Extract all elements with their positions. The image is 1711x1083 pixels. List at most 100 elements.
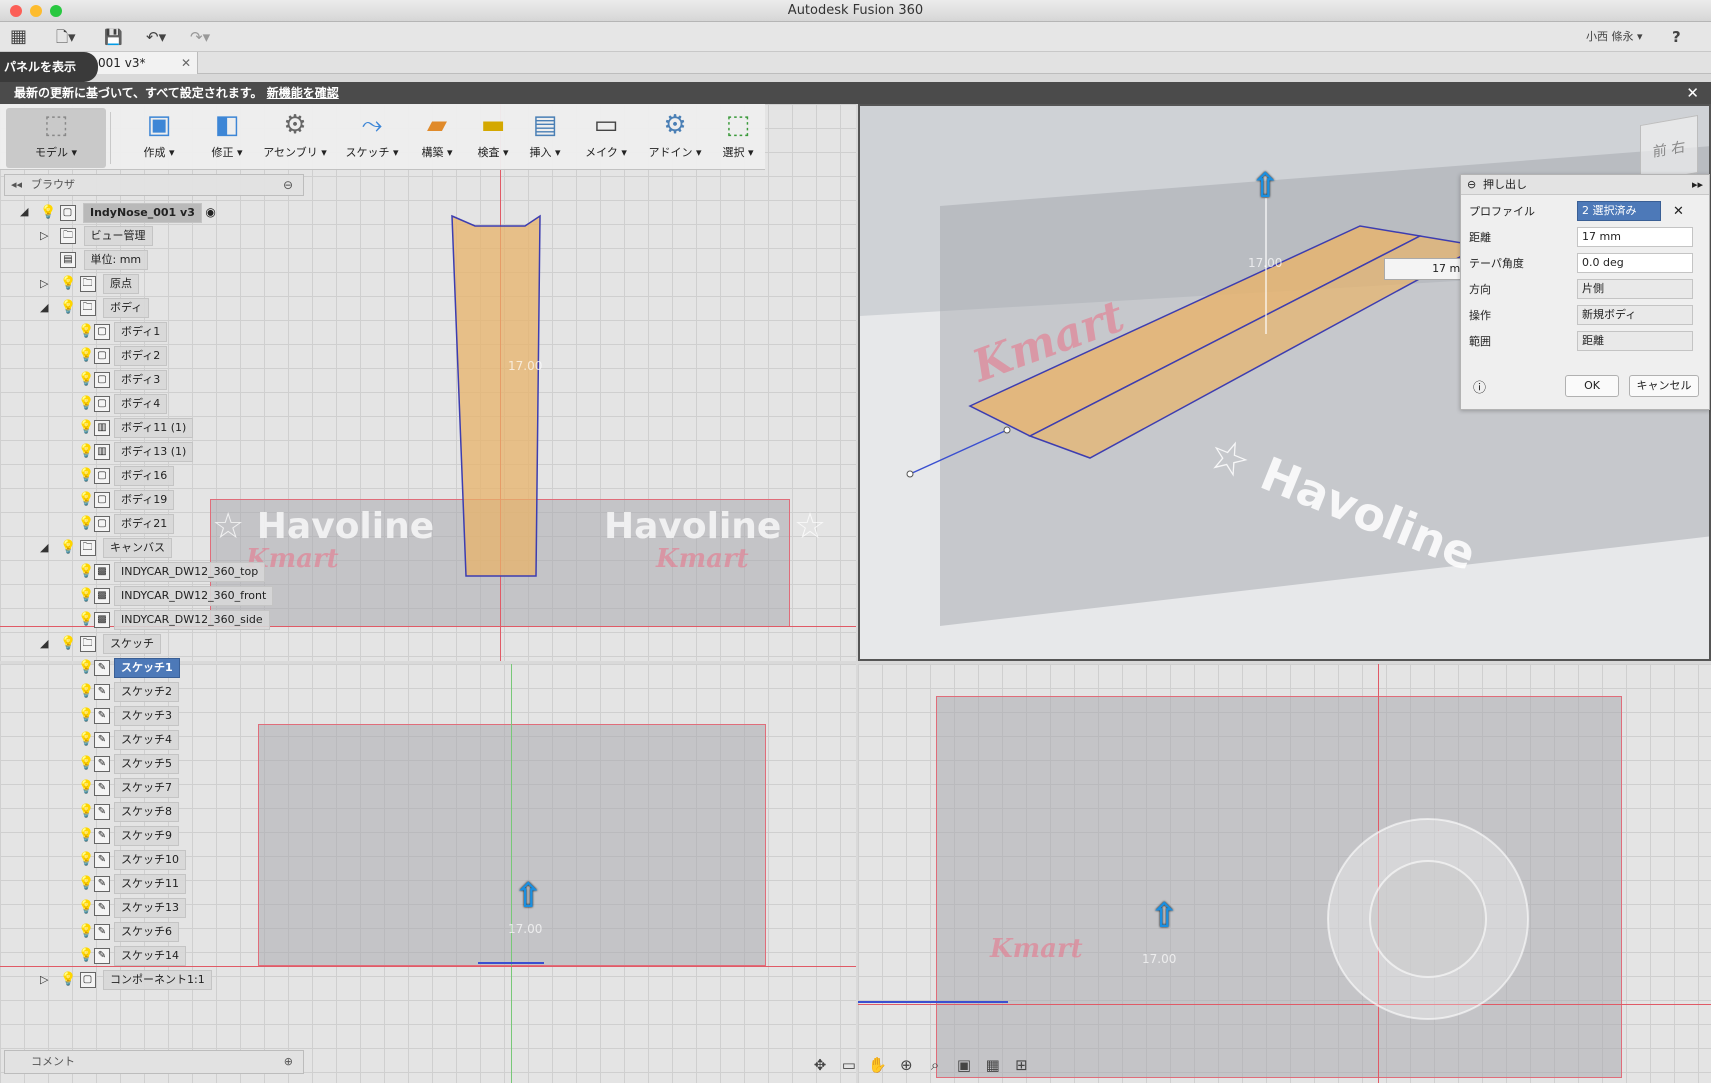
tree-item-canvas[interactable]: ◢ 💡 🗀 キャンバス <box>40 537 172 559</box>
tree-item-sketch[interactable]: 💡 ✎ スケッチ5 <box>78 753 179 775</box>
visibility-bulb-icon[interactable]: 💡 <box>78 756 94 772</box>
distance-field[interactable]: 17 mm <box>1577 227 1693 247</box>
tree-item-canvas-image[interactable]: 💡 ▩ INDYCAR_DW12_360_top <box>78 561 266 583</box>
nose-profile-top[interactable] <box>440 214 560 614</box>
make-menu-button[interactable]: ▭ メイク ▾ <box>580 108 632 168</box>
orbit-icon[interactable]: ✥ <box>808 1052 832 1078</box>
workspace-model-button[interactable]: ⬚ モデル ▾ <box>6 108 106 168</box>
tree-root[interactable]: ◢ 💡 ▢ IndyNose_001 v3 ◉ <box>20 201 216 223</box>
pan-icon[interactable]: ✋ <box>866 1052 890 1078</box>
visibility-bulb-icon[interactable]: 💡 <box>60 276 76 292</box>
visibility-bulb-icon[interactable]: 💡 <box>78 828 94 844</box>
tree-item-body[interactable]: 💡 ▥ ボディ13 (1) <box>78 441 194 463</box>
tree-item-bodies[interactable]: ◢ 💡 🗀 ボディ <box>40 297 150 319</box>
dialog-collapse-icon[interactable]: ⊖ <box>1467 175 1476 195</box>
visibility-bulb-icon[interactable]: 💡 <box>78 348 94 364</box>
collapse-panel-icon[interactable]: ◂◂ <box>11 175 22 195</box>
collapse-triangle-icon[interactable]: ◢ <box>20 201 34 223</box>
extrude-distance-manipulator-icon[interactable]: ⇧ <box>1251 166 1280 206</box>
tree-item-sketch[interactable]: 💡 ✎ スケッチ6 <box>78 921 179 943</box>
tree-item-sketch[interactable]: 💡 ✎ スケッチ14 <box>78 945 186 967</box>
close-window-button[interactable] <box>10 5 22 17</box>
visibility-bulb-icon[interactable]: 💡 <box>78 420 94 436</box>
expand-triangle-icon[interactable]: ▷ <box>40 273 54 295</box>
minimize-window-button[interactable] <box>30 5 42 17</box>
insert-menu-button[interactable]: ▤ 挿入 ▾ <box>522 108 568 168</box>
tree-item-sketch[interactable]: 💡 ✎ スケッチ4 <box>78 729 179 751</box>
profile-selection-button[interactable]: 2 選択済み <box>1577 201 1661 221</box>
tree-item-units[interactable]: ▤ 単位: mm <box>60 249 149 271</box>
visibility-bulb-icon[interactable]: 💡 <box>78 852 94 868</box>
collapse-triangle-icon[interactable]: ◢ <box>40 633 54 655</box>
tree-item-view-management[interactable]: ▷ 🗀 ビュー管理 <box>40 225 153 247</box>
visibility-bulb-icon[interactable]: 💡 <box>78 564 94 580</box>
zoom-icon[interactable]: ⊕ <box>894 1052 918 1078</box>
visibility-bulb-icon[interactable]: 💡 <box>78 372 94 388</box>
visibility-bulb-icon[interactable]: 💡 <box>60 972 76 988</box>
visibility-bulb-icon[interactable]: 💡 <box>78 708 94 724</box>
extent-dropdown[interactable]: 距離 <box>1577 331 1693 351</box>
visibility-bulb-icon[interactable]: 💡 <box>78 612 94 628</box>
tree-item-body[interactable]: 💡 ▢ ボディ21 <box>78 513 175 535</box>
collapse-triangle-icon[interactable]: ◢ <box>40 297 54 319</box>
comment-panel-bar[interactable]: コメント ⊕ <box>4 1050 304 1074</box>
extrude-arrow-side-icon[interactable]: ⇧ <box>1150 896 1179 936</box>
inspect-menu-button[interactable]: ▬ 検査 ▾ <box>470 108 516 168</box>
zoom-window-button[interactable] <box>50 5 62 17</box>
tree-item-sketch[interactable]: 💡 ✎ スケッチ2 <box>78 681 179 703</box>
extrude-arrow-front-icon[interactable]: ⇧ <box>514 876 543 916</box>
sketch-menu-button[interactable]: ⤳ スケッチ ▾ <box>342 108 402 168</box>
tree-item-body[interactable]: 💡 ▢ ボディ4 <box>78 393 168 415</box>
data-panel-grid-icon[interactable]: ▦ <box>10 26 27 48</box>
direction-dropdown[interactable]: 片側 <box>1577 279 1693 299</box>
active-radio-icon[interactable]: ◉ <box>205 205 215 219</box>
viewcube[interactable]: 前 右 <box>1640 114 1698 184</box>
collapse-triangle-icon[interactable]: ◢ <box>40 537 54 559</box>
visibility-bulb-icon[interactable]: 💡 <box>78 588 94 604</box>
tree-item-sketch[interactable]: 💡 ✎ スケッチ13 <box>78 897 186 919</box>
document-tab[interactable]: 001 v3* ✕ <box>84 52 198 74</box>
help-icon[interactable]: ? <box>1672 26 1681 48</box>
look-at-icon[interactable]: ▭ <box>837 1052 861 1078</box>
viewports-icon[interactable]: ⊞ <box>1009 1052 1033 1078</box>
visibility-bulb-icon[interactable]: 💡 <box>78 492 94 508</box>
tree-item-body[interactable]: 💡 ▢ ボディ19 <box>78 489 175 511</box>
save-icon[interactable]: 💾 <box>104 26 123 48</box>
visibility-bulb-icon[interactable]: 💡 <box>78 876 94 892</box>
zoom-window-icon[interactable]: ⌕ <box>923 1052 947 1078</box>
extrude-dialog-header[interactable]: ⊖ 押し出し ▸▸ <box>1461 175 1709 195</box>
show-panel-tooltip[interactable]: パネルを表示 <box>0 52 98 82</box>
visibility-bulb-icon[interactable]: 💡 <box>60 636 76 652</box>
tree-item-body[interactable]: 💡 ▢ ボディ1 <box>78 321 168 343</box>
tree-item-sketch[interactable]: 💡 ✎ スケッチ11 <box>78 873 186 895</box>
visibility-bulb-icon[interactable]: 💡 <box>78 516 94 532</box>
browser-options-icon[interactable]: ⊖ <box>283 175 293 195</box>
tree-item-component[interactable]: ▷ 💡 ▢ コンポーネント1:1 <box>40 969 212 991</box>
display-settings-icon[interactable]: ▣ <box>952 1052 976 1078</box>
document-tab-close-icon[interactable]: ✕ <box>181 52 191 74</box>
browser-panel-header[interactable]: ◂◂ ブラウザ ⊖ <box>4 174 304 196</box>
tree-item-body[interactable]: 💡 ▢ ボディ16 <box>78 465 175 487</box>
grid-settings-icon[interactable]: ▦ <box>981 1052 1005 1078</box>
visibility-bulb-icon[interactable]: 💡 <box>78 948 94 964</box>
redo-icon[interactable]: ↷▾ <box>190 26 210 48</box>
info-icon[interactable]: ⓘ <box>1473 377 1486 396</box>
tree-item-canvas-image[interactable]: 💡 ▩ INDYCAR_DW12_360_front <box>78 585 274 607</box>
visibility-bulb-icon[interactable]: 💡 <box>40 205 56 221</box>
visibility-bulb-icon[interactable]: 💡 <box>78 444 94 460</box>
visibility-bulb-icon[interactable]: 💡 <box>78 924 94 940</box>
clear-selection-icon[interactable]: ✕ <box>1673 201 1684 223</box>
visibility-bulb-icon[interactable]: 💡 <box>78 684 94 700</box>
visibility-bulb-icon[interactable]: 💡 <box>78 804 94 820</box>
expand-triangle-icon[interactable]: ▷ <box>40 225 54 247</box>
operation-dropdown[interactable]: 新規ボディ <box>1577 305 1693 325</box>
visibility-bulb-icon[interactable]: 💡 <box>78 660 94 676</box>
undo-icon[interactable]: ↶▾ <box>146 26 166 48</box>
tree-item-sketch[interactable]: 💡 ✎ スケッチ1 <box>78 657 180 679</box>
notification-close-icon[interactable]: ✕ <box>1686 82 1699 104</box>
tree-item-sketch[interactable]: 💡 ✎ スケッチ8 <box>78 801 179 823</box>
tree-item-sketches[interactable]: ◢ 💡 🗀 スケッチ <box>40 633 161 655</box>
visibility-bulb-icon[interactable]: 💡 <box>60 300 76 316</box>
tree-item-body[interactable]: 💡 ▢ ボディ2 <box>78 345 168 367</box>
visibility-bulb-icon[interactable]: 💡 <box>78 468 94 484</box>
